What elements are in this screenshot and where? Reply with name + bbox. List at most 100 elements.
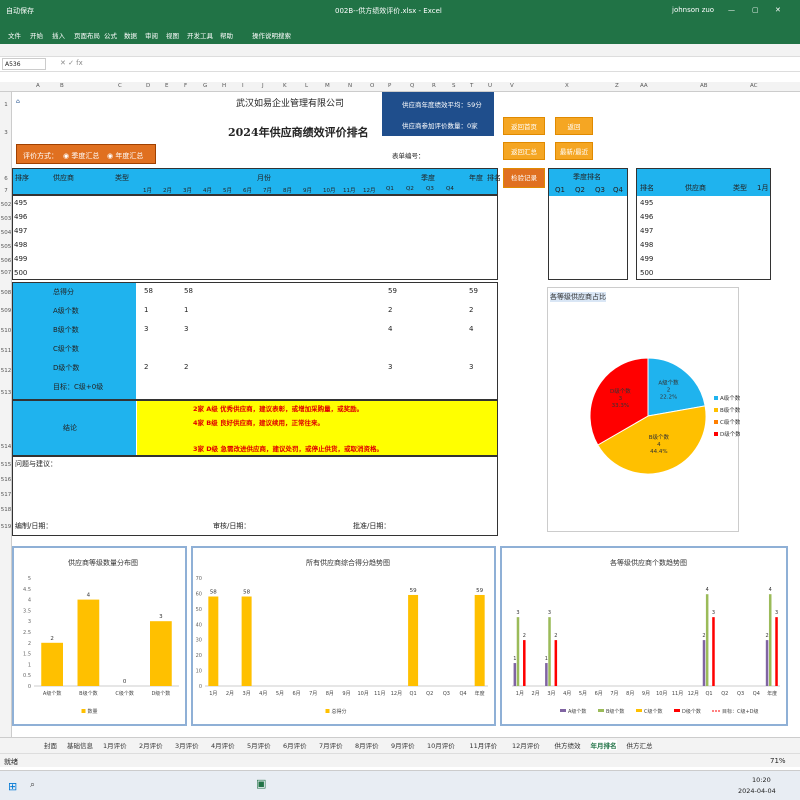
month-filter[interactable]: 9月 (303, 186, 312, 194)
hdr-year: 年度 (469, 174, 483, 182)
latest-button[interactable]: 最新/最近 (555, 142, 593, 160)
ribbon-tab[interactable]: 数据 (124, 30, 137, 40)
name-box[interactable]: A536 (2, 58, 46, 70)
ribbon-tab[interactable]: 视图 (166, 30, 179, 40)
month-filter[interactable]: 1月 (143, 186, 152, 194)
logo-icon: ⌂ (16, 98, 20, 105)
col-h: H (222, 83, 227, 89)
sheet-tab[interactable]: 1月评价 (103, 740, 127, 750)
sheet-tab[interactable]: 9月评价 (391, 740, 415, 750)
sheet-tab[interactable]: 供方汇总 (627, 740, 653, 750)
inspection-button[interactable]: 检验记录 (503, 168, 545, 188)
sheet-tab[interactable]: 6月评价 (283, 740, 307, 750)
back-button[interactable]: 返回 (555, 117, 593, 135)
column-headers[interactable]: A B C D E F G H I J K L M N O P Q R S T … (0, 82, 800, 92)
ribbon-tab[interactable]: 文件 (8, 30, 21, 40)
pie-label: D级个数 (610, 387, 631, 395)
ribbon-tab[interactable]: 审阅 (145, 30, 158, 40)
method-quarter-radio[interactable]: ◉ 季度汇总 (63, 151, 99, 161)
sheet-tab[interactable]: 7月评价 (319, 740, 343, 750)
maximize-icon[interactable]: ▢ (752, 6, 759, 14)
sheet-tab[interactable]: 2月评价 (139, 740, 163, 750)
pie-label: B级个数 (649, 433, 670, 441)
month-filter[interactable]: 10月 (323, 186, 336, 194)
sheet-tab[interactable]: 5月评价 (247, 740, 271, 750)
sheet-tab[interactable]: 基础信息 (67, 740, 93, 750)
excel-taskbar-icon[interactable]: ▣ (256, 777, 266, 790)
sheet-tab[interactable]: 4月评价 (211, 740, 235, 750)
sheet-tab[interactable]: 年月排名 (590, 740, 617, 750)
fx-icon[interactable]: ✕ ✓ fx (60, 59, 83, 67)
ribbon-tab[interactable]: 页面布局 (74, 30, 100, 40)
legend-swatch (714, 408, 718, 412)
bar (513, 663, 517, 686)
sheet-tab[interactable]: 12月评价 (512, 740, 540, 750)
month-filter[interactable]: 8月 (283, 186, 292, 194)
summary-button[interactable]: 返回汇总 (503, 142, 545, 160)
minimize-icon[interactable]: — (728, 6, 735, 14)
quarter-filter[interactable]: Q1 (386, 186, 394, 192)
month-filter[interactable]: 2月 (163, 186, 172, 194)
y-tick: 3 (28, 619, 31, 625)
search-icon[interactable]: ⌕ (30, 780, 35, 790)
ribbon-tab[interactable]: 插入 (52, 30, 65, 40)
windows-start-icon[interactable]: ⊞ (8, 780, 17, 793)
chart-score-trend[interactable]: 所有供应商综合得分趋势图 0 10 20 30 40 50 60 70 58 1月 2月 58 3月 4月… (191, 546, 496, 726)
zoom-level[interactable]: 71% (770, 757, 786, 765)
month-filter[interactable]: 3月 (183, 186, 192, 194)
summary-table[interactable]: 总得分 58 58 59 59 A级个数 1 1 2 2 B级个数 3 3 4 4 C级个数 D级个数 2 2 3 3 目… (12, 282, 498, 400)
quarter-filter[interactable]: Q3 (426, 186, 434, 192)
quarter-rank-table[interactable]: 季度排名 Q1 Q2 Q3 Q4 (548, 168, 628, 280)
ribbon-tab[interactable]: 帮助 (220, 30, 233, 40)
bar (775, 617, 778, 686)
close-icon[interactable]: ✕ (775, 6, 781, 14)
ribbon-tab[interactable]: 公式 (104, 30, 117, 40)
quarter-filter[interactable]: Q2 (406, 186, 414, 192)
month-filter[interactable]: 7月 (263, 186, 272, 194)
quarter-filter[interactable]: Q4 (446, 186, 454, 192)
issues-block[interactable]: 问题与建议： 编制/日期： 审核/日期： 批准/日期： (12, 456, 498, 536)
data-label: 3 (516, 610, 519, 616)
ribbon-tab[interactable]: 开始 (30, 30, 43, 40)
autosave-label[interactable]: 自动保存 (6, 6, 34, 16)
summary-cell: 2 (144, 363, 149, 371)
sheet-tab[interactable]: 3月评价 (175, 740, 199, 750)
month-filter[interactable]: 5月 (223, 186, 232, 194)
data-label: 4 (87, 593, 91, 599)
month-filter[interactable]: 6月 (243, 186, 252, 194)
sheet-tab[interactable]: 供方绩效 (555, 740, 581, 750)
row-headers[interactable]: 13 67 502 503 504 505 506 507 508 509 510 511… (0, 92, 12, 737)
chart-grade-trend[interactable]: 各等级供应商个数趋势图 1 3 2 1月 2月 1 3 2 3月 4月 5月 6月 7月 8月 9月 10月 1… (500, 546, 788, 726)
method-year-radio[interactable]: ◉ 年度汇总 (107, 151, 143, 161)
ribbon-tab[interactable]: 开发工具 (187, 30, 213, 40)
sheet-tab[interactable]: 11月评价 (470, 740, 498, 750)
month-filter[interactable]: 4月 (203, 186, 212, 194)
x-tick: 10月 (357, 691, 368, 697)
pie-label: 2 (667, 388, 671, 394)
pie-chart[interactable]: 各等级供应商占比 A级个数 2 22.2% B级个数 4 44.4% D级个数 3 33.3% A… (547, 287, 741, 532)
hdr-supplier: 供应商 (53, 174, 74, 182)
col-o: O (370, 83, 375, 89)
legend-swatch (636, 709, 642, 712)
sheet-tab[interactable]: 8月评价 (355, 740, 379, 750)
formula-bar[interactable] (0, 56, 800, 72)
x-tick: 7月 (309, 691, 317, 697)
col-q: Q (410, 83, 415, 89)
y-tick: 5 (28, 576, 31, 582)
home-button[interactable]: 返回首页 (503, 117, 545, 135)
month-filter[interactable]: 11月 (343, 186, 356, 194)
month-filter[interactable]: 12月 (363, 186, 376, 194)
user-name[interactable]: johnson zuo (672, 6, 714, 14)
x-tick: 3月 (243, 691, 251, 697)
sheet-tabs: 封面 基础信息 1月评价 2月评价 3月评价 4月评价 5月评价 6月评价 7月评价 8月评价 9月… (0, 737, 800, 753)
data-label: 3 (548, 610, 551, 616)
sheet-tab[interactable]: 10月评价 (427, 740, 455, 750)
search-tell-me[interactable]: 操作说明搜索 (252, 30, 291, 40)
pie-label: 3 (619, 396, 623, 402)
year-rank-table[interactable]: 排名 供应商 类型 1月 495 496 497 498 499 500 (636, 168, 771, 280)
chart-grade-dist[interactable]: 供应商等级数量分布图 0 0.5 1 1.5 2 2.5 3 3.5 4 4.5 5 2 A级个数 4 B级… (12, 546, 187, 726)
rank-table-body[interactable]: 495 496 497 498 499 500 (12, 195, 498, 280)
hdr-type: 类型 (115, 174, 129, 182)
sheet-tab[interactable]: 封面 (44, 740, 57, 750)
hdr-month: 月份 (257, 174, 271, 182)
